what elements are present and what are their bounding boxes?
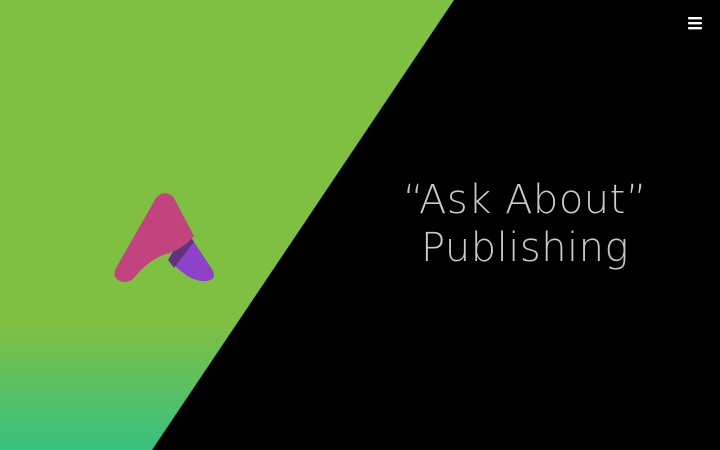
- hamburger-menu-button[interactable]: [686, 14, 704, 32]
- headline-line-2: Publishing: [420, 225, 630, 271]
- hamburger-menu-icon: [688, 17, 702, 30]
- hero-headline: “Ask About” Publishing: [380, 176, 670, 272]
- ask-about-logo-icon[interactable]: [112, 190, 218, 286]
- hero-section: “Ask About” Publishing: [0, 0, 720, 450]
- headline-line-1: “Ask About”: [402, 177, 648, 223]
